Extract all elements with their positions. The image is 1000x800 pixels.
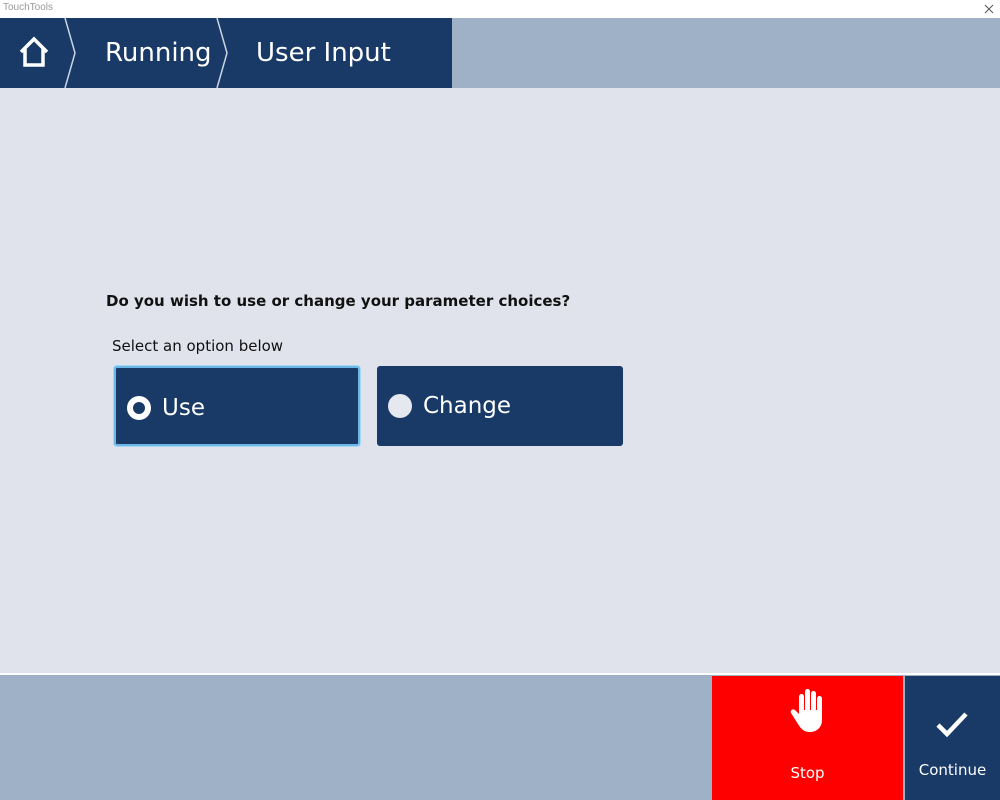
prompt-question: Do you wish to use or change your parame… [106, 292, 571, 310]
checkmark-icon [936, 712, 968, 738]
home-icon [19, 36, 49, 67]
stop-label: Stop [790, 764, 825, 782]
option-change-button[interactable]: Change [377, 366, 623, 446]
header-bar: Running User Input [0, 18, 1000, 88]
breadcrumb-item-user-input: User Input [256, 38, 391, 68]
option-use-label: Use [162, 395, 205, 421]
breadcrumb: Running User Input [0, 18, 452, 88]
breadcrumb-item-running[interactable]: Running [105, 18, 212, 88]
option-change-label: Change [423, 393, 512, 419]
continue-button[interactable]: Continue [905, 676, 1000, 800]
radio-selected-icon [127, 396, 151, 420]
prompt-hint: Select an option below [112, 337, 284, 355]
stop-hand-icon [790, 689, 822, 732]
radio-unselected-icon [388, 394, 412, 418]
continue-label: Continue [918, 761, 987, 779]
home-button[interactable] [0, 18, 66, 88]
breadcrumb-separator [64, 18, 76, 88]
close-icon[interactable] [982, 1, 996, 15]
touchtools-window: TouchTools Running User Input Do you wis… [0, 0, 1000, 800]
stop-button[interactable]: Stop [712, 676, 903, 800]
option-use-button[interactable]: Use [114, 366, 360, 446]
window-title-bar: TouchTools [0, 0, 1000, 18]
window-title: TouchTools [3, 2, 54, 13]
breadcrumb-separator [216, 18, 228, 88]
